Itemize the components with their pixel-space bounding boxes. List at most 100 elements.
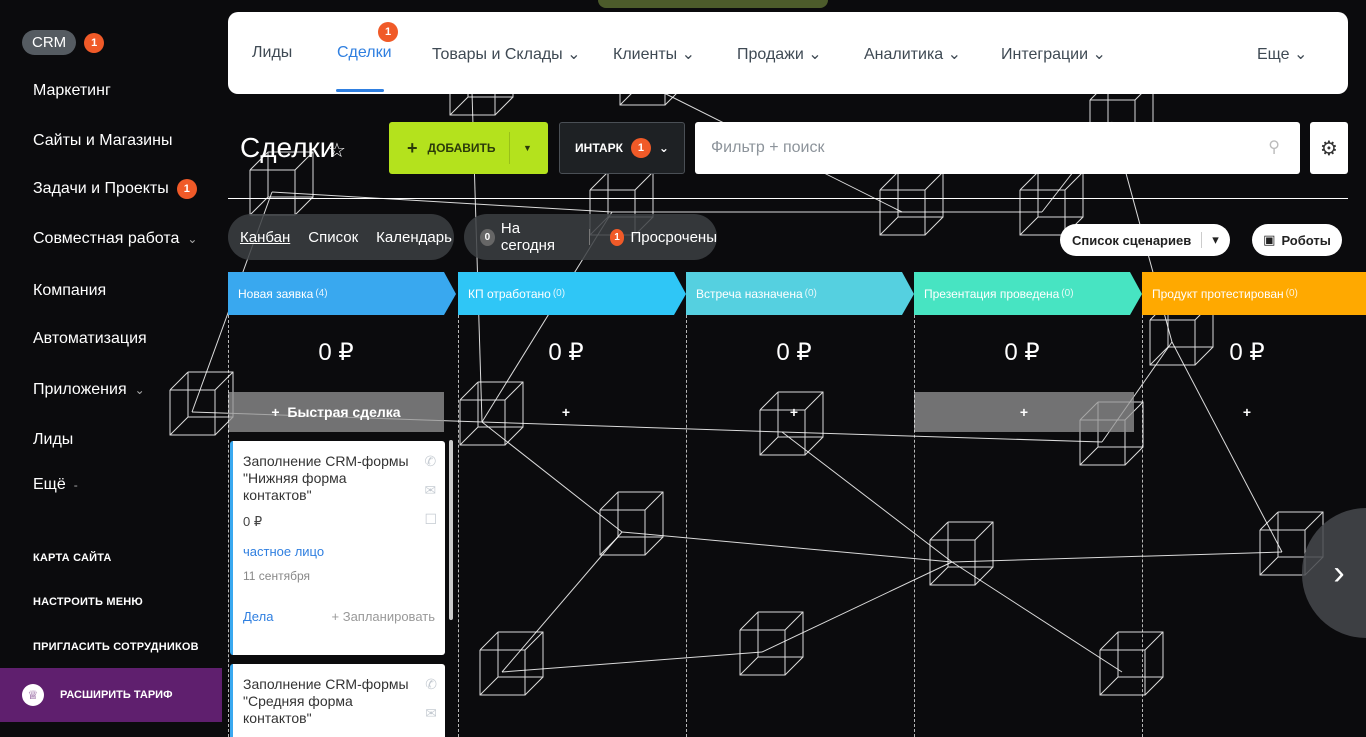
column-header-kp[interactable]: КП отработано (0) (458, 272, 674, 315)
add-deal-column-button[interactable]: + (458, 392, 674, 432)
network-cube (929, 521, 994, 586)
column-header-new[interactable]: Новая заявка (4) (228, 272, 444, 315)
scroll-right-button[interactable]: › (1302, 508, 1366, 638)
nav-more[interactable]: Еще ⌄ (1257, 44, 1307, 64)
column-sum: 0 ₽ (1004, 339, 1040, 366)
phone-icon[interactable]: ✆ (425, 676, 437, 693)
plus-icon: + (271, 404, 280, 420)
column-header-tested[interactable]: Продукт протестирован (0) (1142, 272, 1366, 315)
view-calendar[interactable]: Календарь (376, 229, 452, 246)
scenarios-label: Список сценариев (1072, 232, 1192, 248)
invite-employees-link[interactable]: ПРИГЛАСИТЬ СОТРУДНИКОВ (33, 641, 199, 653)
sidebar-item-leads[interactable]: Лиды (33, 431, 73, 449)
sidebar-item-sites[interactable]: Сайты и Магазины (33, 132, 172, 150)
top-green-tab[interactable] (598, 0, 828, 8)
deal-title[interactable]: Заполнение CRM-формы "Средняя форма конт… (243, 676, 413, 727)
nav-clients-label: Клиенты (613, 46, 678, 63)
network-cube (739, 611, 804, 676)
sidebar-item-automation[interactable]: Автоматизация (33, 330, 147, 348)
column-divider (686, 315, 687, 737)
search-input[interactable] (695, 122, 1215, 174)
sidebar-item-company[interactable]: Компания (33, 282, 106, 300)
column-count: (0) (1285, 288, 1298, 299)
today-filter[interactable]: На сегодня (501, 220, 569, 254)
sitemap-link[interactable]: КАРТА САЙТА (33, 552, 112, 564)
nav-sales[interactable]: Продажи ⌄ (737, 44, 822, 64)
caret-down-icon[interactable]: ▾ (1212, 232, 1219, 248)
overdue-filter[interactable]: Просрочены (630, 229, 717, 246)
add-deal-column-button[interactable]: + (914, 392, 1134, 432)
column-name: КП отработано (468, 286, 551, 301)
column-header-presentation[interactable]: Презентация проведена (0) (914, 272, 1124, 315)
sidebar-item-label: Задачи и Проекты (33, 180, 169, 197)
crm-pill[interactable]: CRM (22, 30, 77, 55)
sidebar-item-label: Автоматизация (33, 330, 147, 347)
sidebar-item-more[interactable]: Ещё - (33, 476, 78, 494)
deal-date: 11 сентября (243, 569, 310, 583)
network-line (951, 561, 1123, 673)
filter-search-box[interactable]: ⚲ (695, 122, 1300, 174)
deal-card[interactable]: Заполнение CRM-формы "Средняя форма конт… (230, 664, 445, 737)
nav-clients[interactable]: Клиенты ⌄ (613, 44, 695, 64)
add-deal-column-button[interactable]: + (686, 392, 902, 432)
chat-icon[interactable]: ☐ (424, 511, 437, 528)
network-line (781, 431, 1103, 443)
deal-client[interactable]: частное лицо (243, 544, 435, 559)
overdue-count: 1 (609, 228, 625, 246)
mail-icon[interactable]: ✉ (425, 705, 437, 722)
column-name: Продукт протестирован (1152, 286, 1284, 301)
add-deal-column-button[interactable]: + (1142, 392, 1352, 432)
nav-leads[interactable]: Лиды (252, 44, 292, 62)
mail-icon[interactable]: ✉ (424, 482, 437, 499)
sidebar-item-label: Ещё (33, 476, 66, 493)
view-kanban[interactable]: Канбан (240, 229, 290, 246)
toolbar-divider (228, 198, 1348, 199)
upgrade-plan-button[interactable]: ♕ РАСШИРИТЬ ТАРИФ (0, 668, 222, 722)
nav-sales-label: Продажи (737, 46, 804, 63)
scenarios-button[interactable]: Список сценариев ▾ (1060, 224, 1230, 256)
chevron-down-icon: - (73, 478, 78, 492)
deals-badge: 1 (378, 22, 398, 42)
plus-icon: + (407, 137, 418, 158)
crm-badge: 1 (84, 32, 105, 53)
column-name: Новая заявка (238, 286, 314, 301)
sidebar-crm[interactable]: CRM 1 (22, 30, 105, 55)
deal-plan-link[interactable]: + Запланировать (332, 609, 435, 624)
nav-integrations[interactable]: Интеграции ⌄ (1001, 44, 1106, 64)
deal-tasks-link[interactable]: Дела (243, 609, 273, 624)
column-count: (0) (804, 288, 817, 299)
deal-title[interactable]: Заполнение CRM-формы "Нижняя форма конта… (243, 453, 413, 504)
nav-deals[interactable]: Сделки (337, 44, 392, 62)
add-deal-button[interactable]: + ДОБАВИТЬ ▼ (389, 122, 548, 174)
top-navigation: Лиды Сделки 1 Товары и Склады ⌄ Клиенты … (228, 12, 1348, 94)
search-icon[interactable]: ⚲ (1268, 137, 1280, 157)
robots-button[interactable]: ▣ Роботы (1252, 224, 1342, 256)
deal-sum: 0 ₽ (243, 514, 263, 529)
configure-menu-link[interactable]: НАСТРОИТЬ МЕНЮ (33, 596, 143, 608)
sidebar-item-apps[interactable]: Приложения ⌄ (33, 381, 145, 399)
network-line (1171, 341, 1283, 553)
column-header-meeting[interactable]: Встреча назначена (0) (686, 272, 902, 315)
nav-products[interactable]: Товары и Склады ⌄ (432, 44, 581, 64)
column-scrollbar[interactable] (449, 440, 453, 620)
column-divider (228, 315, 229, 737)
view-list[interactable]: Список (308, 229, 358, 246)
network-line (481, 421, 623, 533)
star-icon[interactable]: ☆ (328, 138, 346, 163)
phone-icon[interactable]: ✆ (424, 453, 437, 470)
column-sum: 0 ₽ (1229, 339, 1265, 366)
column-sum: 0 ₽ (776, 339, 812, 366)
sidebar-item-collab[interactable]: Совместная работа ⌄ (33, 230, 197, 248)
sidebar-item-marketing[interactable]: Маркетинг (33, 82, 111, 100)
nav-analytics[interactable]: Аналитика ⌄ (864, 44, 961, 64)
tasks-badge: 1 (176, 179, 197, 199)
quick-deal-button[interactable]: + Быстрая сделка (228, 392, 444, 432)
settings-button[interactable]: ⚙ (1310, 122, 1348, 174)
deal-card[interactable]: Заполнение CRM-формы "Нижняя форма конта… (230, 441, 445, 655)
sidebar-item-tasks[interactable]: Задачи и Проекты 1 (33, 179, 197, 199)
intark-button[interactable]: ИНТАРК 1 ⌄ (559, 122, 685, 174)
today-count: 0 (480, 228, 495, 246)
caret-down-icon[interactable]: ▼ (523, 143, 532, 153)
chevron-down-icon: ⌄ (1294, 46, 1308, 63)
column-sum: 0 ₽ (318, 339, 354, 366)
